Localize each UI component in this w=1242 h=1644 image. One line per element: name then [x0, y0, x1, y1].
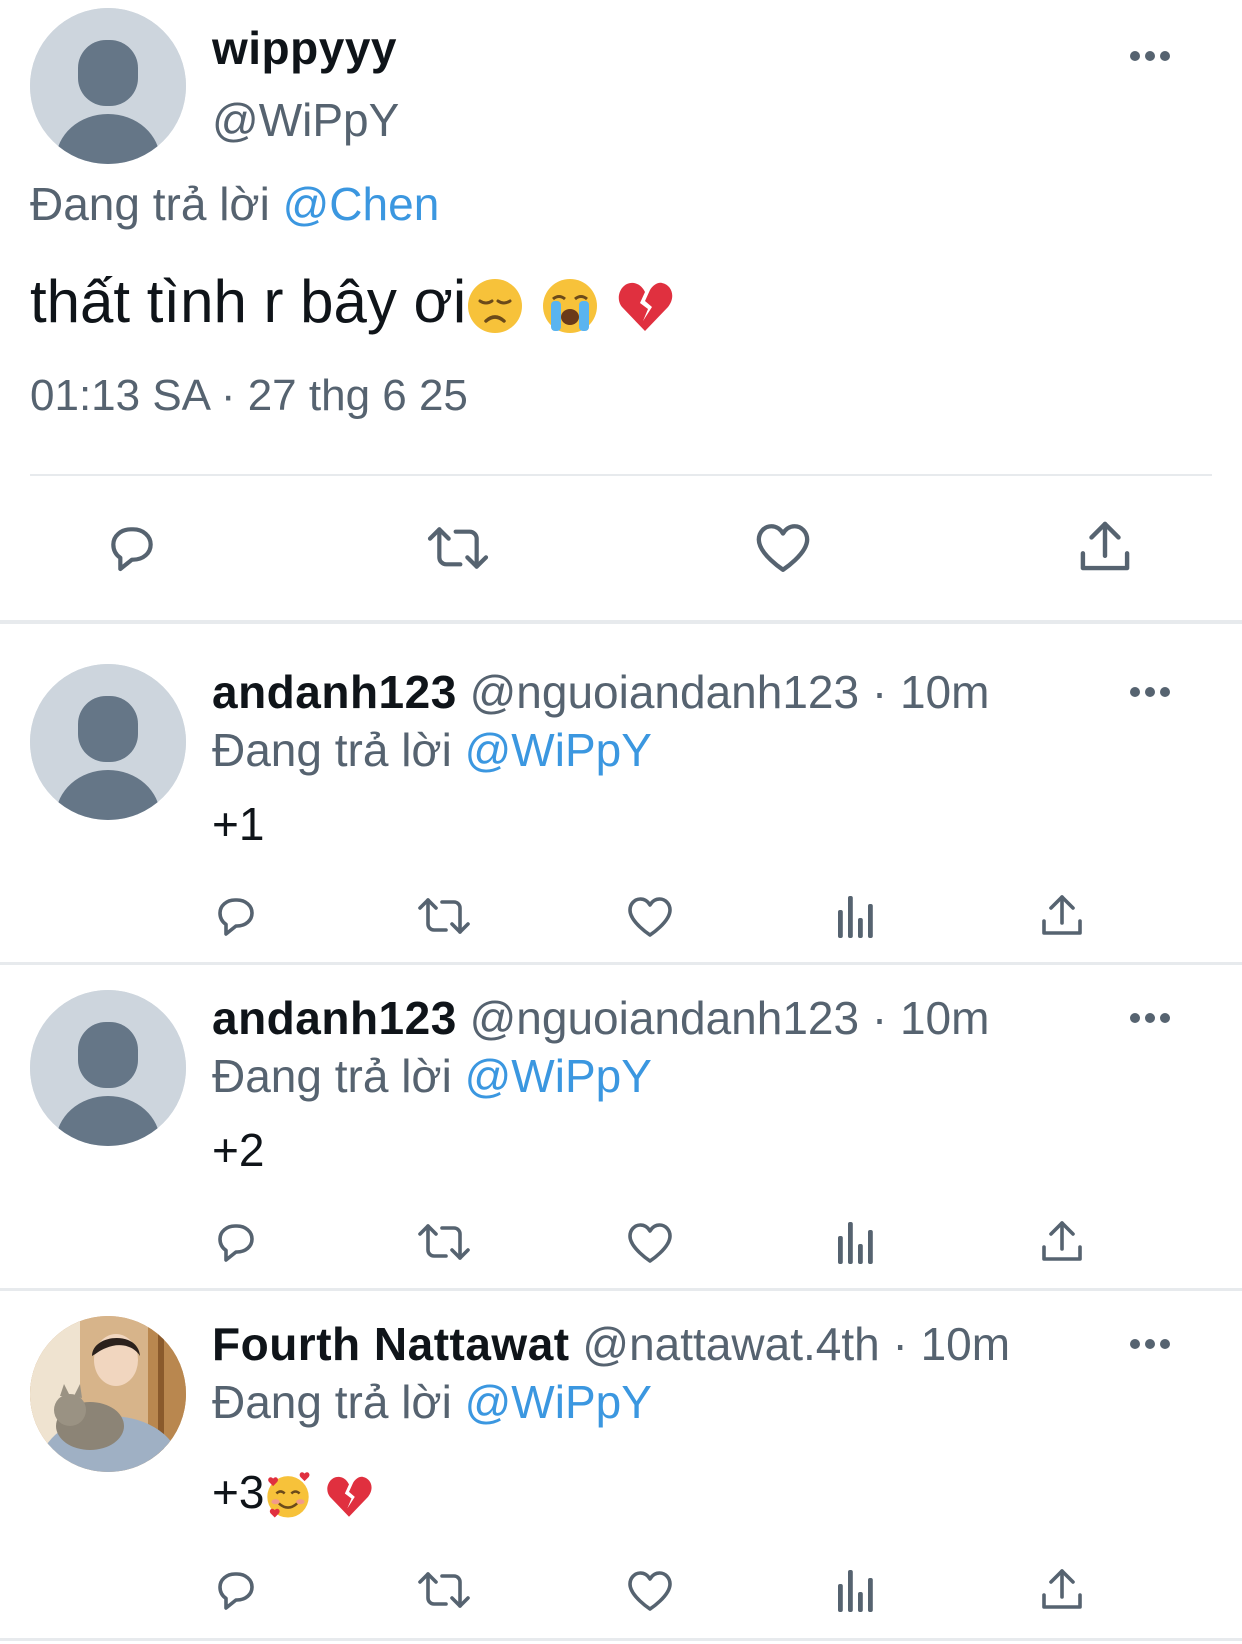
replying-to: Đang trả lời @WiPpY: [212, 722, 652, 778]
like-icon[interactable]: [754, 520, 812, 576]
like-icon[interactable]: [626, 1220, 674, 1266]
like-icon[interactable]: [626, 894, 674, 940]
replying-to-mention[interactable]: @WiPpY: [465, 724, 652, 776]
reply-header: andanh123 @nguoiandanh123 · 10m: [212, 990, 989, 1046]
reply-text: +2: [212, 1124, 265, 1176]
replying-to-mention[interactable]: @Chen: [283, 178, 440, 230]
more-options-icon[interactable]: [1130, 686, 1170, 698]
display-name[interactable]: andanh123: [212, 992, 457, 1044]
loudly-crying-face-emoji-icon: [542, 279, 597, 334]
section-divider: [0, 1638, 1242, 1641]
handle[interactable]: @WiPpY: [212, 92, 399, 148]
share-icon[interactable]: [1078, 516, 1132, 576]
avatar-photo[interactable]: [30, 1316, 186, 1472]
tweet-text-content: thất tình r bây ơi: [30, 268, 467, 335]
section-divider: [0, 962, 1242, 965]
timestamp[interactable]: 01:13 SA · 27 thg 6 25: [30, 368, 468, 424]
section-divider: [0, 1288, 1242, 1291]
default-avatar-icon: [30, 990, 186, 1146]
reply-icon[interactable]: [212, 892, 260, 940]
handle-time[interactable]: @nattawat.4th · 10m: [582, 1318, 1010, 1370]
reply-text: +3: [212, 1464, 373, 1520]
retweet-icon[interactable]: [416, 1218, 472, 1266]
more-options-icon[interactable]: [1130, 50, 1170, 62]
share-icon[interactable]: [1040, 890, 1084, 940]
replying-to-mention[interactable]: @WiPpY: [465, 1050, 652, 1102]
reply-text: +1: [212, 798, 265, 850]
replying-to: Đang trả lời @WiPpY: [212, 1048, 652, 1104]
more-options-icon[interactable]: [1130, 1338, 1170, 1350]
section-divider: [0, 620, 1242, 624]
divider: [30, 474, 1212, 476]
replying-to-label: Đang trả lời: [212, 1050, 452, 1102]
like-icon[interactable]: [626, 1568, 674, 1614]
retweet-icon[interactable]: [416, 1566, 472, 1614]
replying-to-mention[interactable]: @WiPpY: [465, 1376, 652, 1428]
views-icon[interactable]: [836, 1220, 876, 1264]
replying-to-label: Đang trả lời: [30, 178, 270, 230]
profile-photo-icon: [30, 1316, 186, 1472]
display-name[interactable]: andanh123: [212, 666, 457, 718]
display-name[interactable]: Fourth Nattawat: [212, 1318, 570, 1370]
replying-to: Đang trả lời @WiPpY: [212, 1374, 652, 1430]
replying-to-label: Đang trả lời: [212, 1376, 452, 1428]
replying-to-label: Đang trả lời: [212, 724, 452, 776]
reply-header: andanh123 @nguoiandanh123 · 10m: [212, 664, 989, 720]
broken-heart-emoji-icon: [618, 282, 672, 332]
retweet-icon[interactable]: [416, 892, 472, 940]
retweet-icon[interactable]: [424, 520, 492, 576]
tweet-text: thất tình r bây ơi: [30, 266, 674, 338]
handle-time[interactable]: @nguoiandanh123 · 10m: [470, 992, 990, 1044]
reply-icon[interactable]: [212, 1218, 260, 1266]
views-icon[interactable]: [836, 1568, 876, 1612]
avatar[interactable]: [30, 990, 186, 1146]
more-options-icon[interactable]: [1130, 1012, 1170, 1024]
avatar[interactable]: [30, 8, 186, 164]
replying-to: Đang trả lời @Chen: [30, 176, 439, 232]
avatar[interactable]: [30, 664, 186, 820]
disappointed-face-emoji-icon: [468, 279, 523, 334]
share-icon[interactable]: [1040, 1216, 1084, 1266]
broken-heart-emoji-icon: [327, 1476, 372, 1517]
reply-header: Fourth Nattawat @nattawat.4th · 10m: [212, 1316, 1010, 1372]
reply-icon[interactable]: [104, 520, 160, 576]
reply-icon[interactable]: [212, 1566, 260, 1614]
default-avatar-icon: [30, 664, 186, 820]
handle-time[interactable]: @nguoiandanh123 · 10m: [470, 666, 990, 718]
smiling-face-with-hearts-emoji-icon: [267, 1472, 310, 1518]
views-icon[interactable]: [836, 894, 876, 938]
default-avatar-icon: [30, 8, 186, 164]
reply-text-content: +3: [212, 1466, 265, 1518]
display-name[interactable]: wippyyy: [212, 20, 397, 76]
share-icon[interactable]: [1040, 1564, 1084, 1614]
